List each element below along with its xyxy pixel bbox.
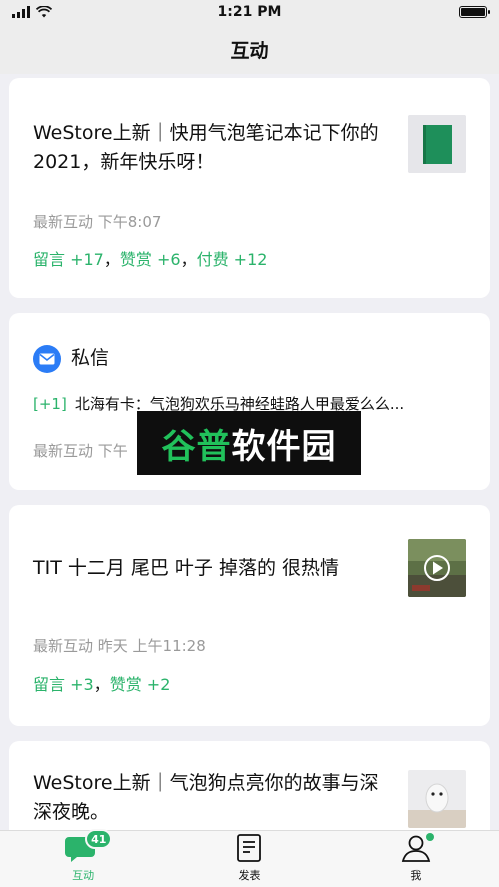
plush-toy-image (408, 770, 466, 828)
page-title: 互动 (230, 39, 269, 62)
notification-dot (425, 833, 434, 841)
article-card[interactable]: WeStore上新｜气泡狗点亮你的故事与深深夜晚。 (9, 741, 490, 830)
cellular-signal-icon (12, 6, 30, 18)
tab-label: 互动 (72, 869, 95, 882)
interaction-stats: 留言 +3，赞赏 +2 (33, 671, 170, 695)
tab-bar: 41 互动 发表 我 (0, 829, 499, 887)
stat-separator: ， (103, 250, 120, 269)
paid-stat[interactable]: 付费 +12 (197, 250, 268, 269)
private-message-title: 私信 (71, 347, 110, 369)
last-interaction-time: 最新互动 下午 (33, 442, 128, 460)
reward-stat[interactable]: 赞赏 +6 (120, 250, 181, 269)
chat-icon: 41 (65, 829, 113, 865)
tab-label: 发表 (238, 869, 261, 882)
mail-icon (33, 345, 61, 373)
comments-stat[interactable]: 留言 +3 (33, 675, 94, 694)
person-icon (401, 831, 434, 865)
video-thumbnail-image (408, 539, 466, 597)
battery-level (461, 8, 485, 16)
last-interaction-time: 最新互动 下午8:07 (33, 213, 162, 231)
article-card[interactable]: TIT 十二月 尾巴 叶子 掉落的 很热情 最新互动 昨天 上午11:28 留言… (9, 505, 490, 726)
article-title: WeStore上新｜快用气泡笔记本记下你的2021，新年快乐呀！ (33, 122, 379, 173)
article-card[interactable]: WeStore上新｜快用气泡笔记本记下你的2021，新年快乐呀！ 最新互动 下午… (9, 78, 490, 298)
watermark-part1: 谷普 (161, 426, 232, 467)
article-thumbnail (408, 770, 466, 828)
status-bar: 1:21 PM (0, 0, 499, 24)
article-thumbnail (408, 115, 466, 173)
document-icon (236, 831, 262, 865)
watermark-logo: 谷普 软件园 (137, 411, 361, 475)
watermark-part2: 软件园 (231, 426, 337, 467)
tab-publish[interactable]: 发表 (166, 831, 332, 887)
interaction-stats: 留言 +17，赞赏 +6，付费 +12 (33, 246, 267, 270)
tab-me[interactable]: 我 (333, 831, 499, 887)
last-interaction-time: 最新互动 昨天 上午11:28 (33, 637, 206, 655)
tab-label: 我 (410, 869, 422, 882)
status-left (12, 6, 52, 18)
comments-stat[interactable]: 留言 +17 (33, 250, 104, 269)
unread-count: [+1] (33, 395, 67, 413)
tab-interaction[interactable]: 41 互动 (0, 829, 166, 887)
nav-bar: 互动 (0, 24, 499, 74)
unread-badge: 41 (85, 829, 113, 849)
stat-separator: ， (180, 250, 197, 269)
wifi-icon (36, 6, 52, 18)
reward-stat[interactable]: 赞赏 +2 (110, 675, 171, 694)
status-time: 1:21 PM (217, 4, 282, 20)
video-thumbnail[interactable] (408, 539, 466, 597)
article-title: TIT 十二月 尾巴 叶子 掉落的 很热情 (33, 557, 340, 579)
green-notebook-image (408, 115, 466, 173)
stat-separator: ， (93, 675, 110, 694)
article-title: WeStore上新｜气泡狗点亮你的故事与深深夜晚。 (33, 772, 379, 823)
battery-icon (459, 6, 490, 18)
